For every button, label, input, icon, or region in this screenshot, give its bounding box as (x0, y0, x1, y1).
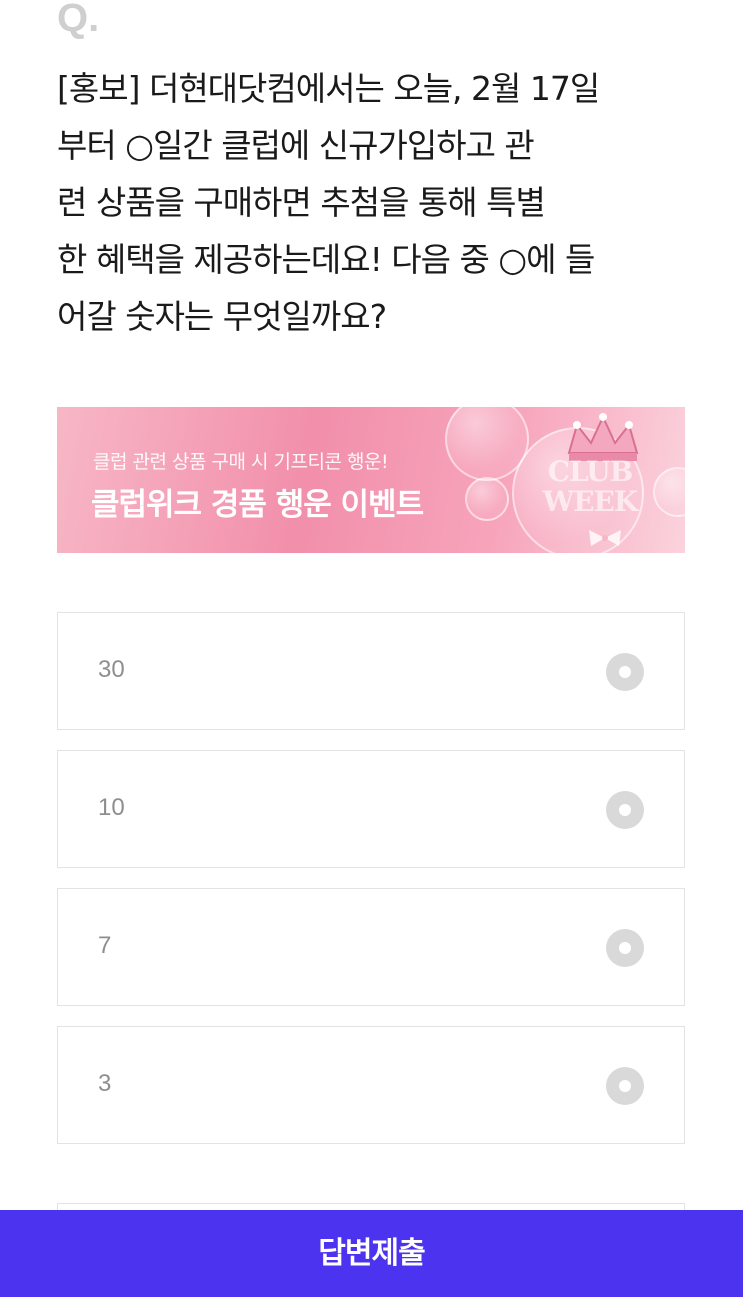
question-text: [홍보] 더현대닷컴에서는 오늘, 2월 17일 부터 ○일간 클럽에 신규가입… (57, 60, 697, 345)
answer-options: 30 10 7 3 (57, 612, 685, 1164)
club-week-logo-line: WEEK (542, 485, 638, 518)
answer-option-label: 7 (98, 932, 112, 959)
answer-option[interactable]: 30 (57, 612, 685, 730)
radio-icon[interactable] (606, 653, 644, 691)
radio-icon[interactable] (606, 1067, 644, 1105)
banner-title: 클럽위크 경품 행운 이벤트 (91, 487, 424, 523)
question-line: 한 혜택을 제공하는데요! 다음 중 ○에 들 (57, 240, 595, 279)
club-week-banner: CLUB WEEK 클럽 관련 상품 구매 시 기프티콘 행운! 클럽위크 경품… (57, 407, 685, 553)
answer-option[interactable]: 3 (57, 1026, 685, 1144)
radio-icon[interactable] (606, 791, 644, 829)
answer-option[interactable]: 7 (57, 888, 685, 1006)
quiz-page: Q. [홍보] 더현대닷컴에서는 오늘, 2월 17일 부터 ○일간 클럽에 신… (0, 0, 743, 1297)
bubble-decoration (465, 477, 509, 521)
question-marker: Q. (57, 0, 100, 40)
answer-option[interactable]: 10 (57, 750, 685, 868)
answer-option-label: 3 (98, 1070, 112, 1097)
question-line: 련 상품을 구매하면 추첨을 통해 특별 (57, 183, 546, 222)
club-week-logo: CLUB WEEK (525, 457, 655, 517)
answer-option-label: 10 (98, 794, 125, 821)
question-line: 어갈 숫자는 무엇일까요? (57, 297, 387, 336)
bow-icon (589, 530, 621, 546)
submit-answer-button[interactable]: 답변제출 (0, 1210, 743, 1297)
question-line: [홍보] 더현대닷컴에서는 오늘, 2월 17일 (57, 69, 600, 108)
radio-icon[interactable] (606, 929, 644, 967)
question-line: 부터 ○일간 클럽에 신규가입하고 관 (57, 126, 535, 165)
banner-subtitle: 클럽 관련 상품 구매 시 기프티콘 행운! (93, 451, 389, 473)
club-week-logo-line: CLUB (547, 455, 634, 488)
answer-option-label: 30 (98, 656, 125, 683)
bubble-decoration (653, 467, 685, 517)
